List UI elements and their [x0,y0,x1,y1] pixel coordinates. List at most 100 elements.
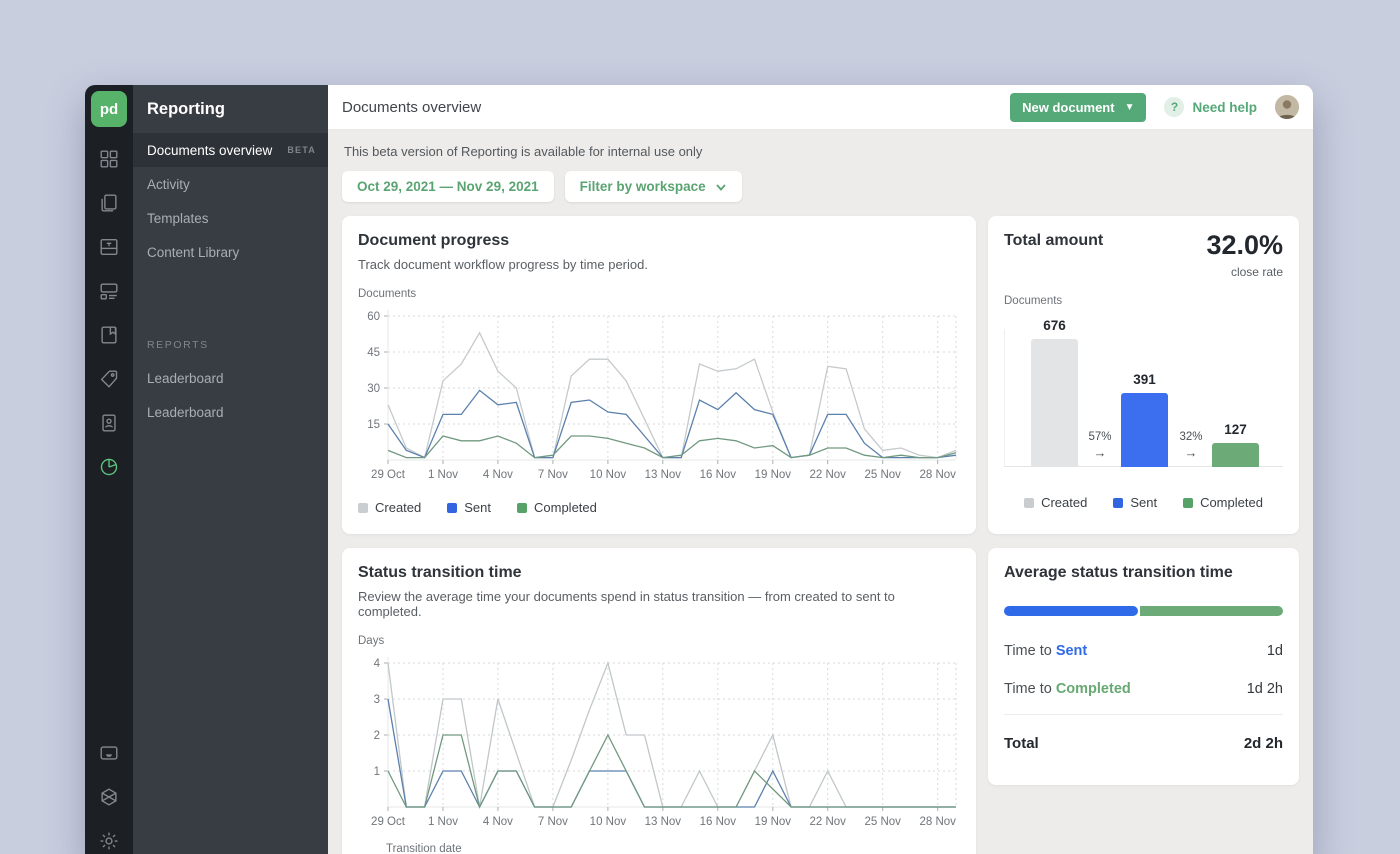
legend-created: Created [358,500,421,515]
svg-text:28 Nov: 28 Nov [919,816,956,828]
sent-swatch [1113,498,1123,508]
sidebar-icon-content-blocks[interactable] [91,273,127,309]
svg-text:1: 1 [374,766,380,778]
svg-text:28 Nov: 28 Nov [919,469,956,481]
sidebar-icon-pricing-tag[interactable] [91,361,127,397]
completed-key: Completed [1056,681,1131,697]
row-label: Time toCompleted [1004,681,1131,697]
total-amount-bar-chart: 67639112757%→32%→ [1004,315,1283,487]
svg-text:4 Nov: 4 Nov [483,469,513,481]
sidebar-icon-contacts[interactable] [91,405,127,441]
sidebar-item-leaderboard-2[interactable]: Leaderboard [133,395,328,429]
icon-rail: pd [85,85,133,854]
avatar[interactable] [1275,95,1299,119]
sidebar-item-label: Documents overview [147,143,272,158]
status-transition-card: Status transition time Review the averag… [342,548,976,854]
card-title: Document progress [358,232,960,250]
total-amount-header: Total amount 32.0% close rate [1004,232,1283,279]
total-label: Total [1004,735,1039,752]
question-mark-icon: ? [1164,97,1184,117]
y-axis-label: Documents [1004,295,1283,307]
sidebar-icon-addons[interactable] [91,779,127,815]
top-bar-actions: New document ▼ ? Need help [1010,93,1299,122]
sidebar-icon-documents[interactable] [91,185,127,221]
sidebar-item-content-library[interactable]: Content Library [133,235,328,269]
card-title: Total amount [1004,232,1103,250]
card-subtitle: Track document workflow progress by time… [358,257,960,272]
sent-segment [1004,606,1138,616]
sidebar-item-activity[interactable]: Activity [133,167,328,201]
tag-icon [98,368,120,390]
sidebar-item-templates[interactable]: Templates [133,201,328,235]
sidebar-item-leaderboard-1[interactable]: Leaderboard [133,361,328,395]
arrow-right-icon: → [1078,445,1122,461]
document-progress-card: Document progress Track document workflo… [342,216,976,534]
sent-swatch [447,503,457,513]
caret-down-icon: ▼ [1125,102,1135,113]
conversion-rate: 57%→ [1078,430,1122,461]
catalog-icon [98,324,120,346]
divider [1004,714,1283,715]
workspace-filter-dropdown[interactable]: Filter by workspace [565,171,742,202]
svg-text:1 Nov: 1 Nov [428,469,458,481]
sidebar-item-documents-overview[interactable]: Documents overview BETA [133,133,328,167]
close-rate-value: 32.0% [1206,232,1283,259]
sidebar-item-label: Leaderboard [147,405,224,420]
time-to-completed-row: Time toCompleted 1d 2h [1004,670,1283,708]
time-to-sent-row: Time toSent 1d [1004,632,1283,670]
rail-bottom-group [85,727,133,854]
reports-section-label: REPORTS [133,269,328,361]
svg-text:2: 2 [374,730,380,742]
date-range-picker[interactable]: Oct 29, 2021 — Nov 29, 2021 [342,171,554,202]
y-axis-label: Days [358,635,960,647]
top-bar: Documents overview New document ▼ ? Need… [328,85,1313,130]
sidebar-icon-templates[interactable] [91,229,127,265]
page-title: Documents overview [342,99,481,116]
legend-completed: Completed [1183,495,1263,510]
user-photo [1275,95,1299,119]
svg-text:1 Nov: 1 Nov [428,816,458,828]
row-value: 1d [1267,643,1283,659]
sidebar-icon-dashboard[interactable] [91,141,127,177]
addons-box-icon [98,786,120,808]
row-value: 1d 2h [1247,681,1283,697]
svg-text:29 Oct: 29 Oct [371,469,406,481]
bar-completed [1212,443,1259,467]
sidebar-icon-settings[interactable] [91,823,127,854]
sidebar-item-label: Templates [147,211,209,226]
sidebar-icon-inbox[interactable] [91,735,127,771]
sidebar-item-label: Content Library [147,245,239,260]
card-subtitle: Review the average time your documents s… [358,589,960,619]
svg-text:15: 15 [367,419,380,431]
svg-text:4 Nov: 4 Nov [483,816,513,828]
logo-text: pd [100,101,118,118]
left-column: Document progress Track document workflo… [342,216,976,854]
new-document-button[interactable]: New document ▼ [1010,93,1146,122]
card-title: Average status transition time [1004,564,1283,582]
dashboard-icon [98,148,120,170]
gear-icon [98,830,120,852]
sidebar-icon-catalog[interactable] [91,317,127,353]
sent-key: Sent [1056,643,1087,659]
contacts-icon [98,412,120,434]
inbox-icon [98,742,120,764]
content-blocks-icon [98,280,120,302]
sidebar-icon-reports[interactable] [91,449,127,485]
card-title: Status transition time [358,564,960,582]
total-row: Total 2d 2h [1004,721,1283,756]
total-amount-card: Total amount 32.0% close rate Documents … [988,216,1299,534]
svg-text:29 Oct: 29 Oct [371,816,406,828]
created-swatch [358,503,368,513]
svg-text:19 Nov: 19 Nov [755,816,792,828]
need-help-button[interactable]: ? Need help [1164,97,1257,117]
conversion-rate: 32%→ [1169,430,1213,461]
workspace-filter-label: Filter by workspace [580,179,706,194]
pie-chart-icon [98,456,120,478]
svg-text:25 Nov: 25 Nov [864,469,901,481]
bar-sent [1121,393,1168,467]
pandadoc-logo[interactable]: pd [91,91,127,127]
status-transition-chart: 123429 Oct1 Nov4 Nov7 Nov10 Nov13 Nov16 … [358,649,960,839]
legend-sent: Sent [447,500,491,515]
legend-completed: Completed [517,500,597,515]
total-value: 2d 2h [1244,735,1283,752]
